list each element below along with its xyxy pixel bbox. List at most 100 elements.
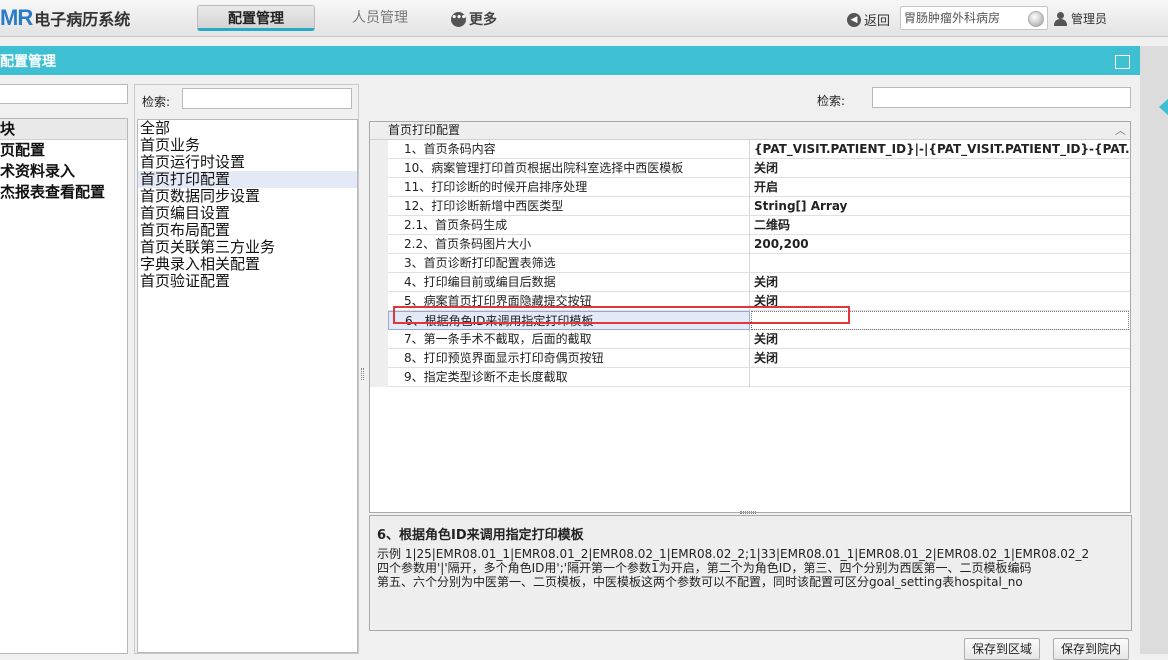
settings-search-label: 检索: (817, 94, 846, 108)
grid-row-name: 3、首页诊断打印配置表筛选 (388, 254, 750, 273)
module-item-homepage-config[interactable]: 页配置 (0, 140, 127, 161)
logo-mark: MR (0, 5, 33, 30)
maximize-icon[interactable] (1115, 55, 1130, 69)
grid-row-value[interactable]: {PAT_VISIT.PATIENT_ID}|-|{PAT_VISIT.PATI… (751, 140, 1129, 159)
grid-row[interactable]: 2.2、首页条码图片大小 200,200 (370, 235, 1130, 254)
grid-row[interactable]: 9、指定类型诊断不走长度截取 (370, 368, 1130, 387)
grid-row-value[interactable] (751, 368, 1129, 387)
grid-row-gutter (370, 292, 388, 311)
category-search-label: 检索: (142, 95, 171, 109)
module-item-surgery-entry[interactable]: 术资料录入 (0, 161, 127, 182)
grid-row-name: 12、打印诊断新增中西医类型 (388, 197, 750, 216)
user-menu[interactable]: 管理员 (1053, 10, 1107, 27)
user-name: 管理员 (1071, 12, 1108, 26)
module-item-report-config[interactable]: 杰报表查看配置 (0, 182, 127, 203)
grid-row-gutter (370, 140, 388, 159)
grid-row-value[interactable] (751, 254, 1129, 273)
category-list: 全部 首页业务 首页运行时设置 首页打印配置 首页数据同步设置 首页编目设置 首… (137, 119, 358, 653)
category-search-input[interactable] (182, 88, 352, 109)
grid-row-name: 7、第一条手术不截取，后面的截取 (388, 330, 750, 349)
description-line: 示例 1|25|EMR08.01_1|EMR08.01_2|EMR08.02_1… (377, 547, 1090, 561)
horizontal-splitter[interactable] (740, 511, 756, 514)
grid-row-value[interactable]: 关闭 (751, 159, 1129, 178)
grid-row-gutter (370, 216, 388, 235)
more-menu-button[interactable]: ••• 更多 (451, 9, 497, 29)
property-grid: 首页打印配置 ︿ 1、首页条码内容 {PAT_VISIT.PATIENT_ID}|… (369, 121, 1131, 513)
grid-row-value[interactable]: 关闭 (751, 292, 1129, 311)
ellipsis-circle-icon: ••• (451, 11, 467, 27)
grid-row-value[interactable]: 关闭 (751, 349, 1129, 368)
grid-row-name: 10、病案管理打印首页根据出院科室选择中西医模板 (388, 159, 750, 178)
category-item[interactable]: 首页业务 (138, 137, 357, 154)
grid-row-value[interactable]: 关闭 (751, 330, 1129, 349)
grid-row-gutter (370, 330, 388, 349)
grid-row-value[interactable]: 关闭 (751, 273, 1129, 292)
grid-row-value[interactable] (751, 311, 1129, 330)
ward-dropdown-icon[interactable] (1028, 11, 1044, 27)
grid-row[interactable]: 8、打印预览界面显示打印奇偶页按钮 关闭 (370, 349, 1130, 368)
category-item[interactable]: 首页编目设置 (138, 205, 357, 222)
category-item[interactable]: 全部 (138, 120, 357, 137)
grid-row-name: 5、病案首页打印界面隐藏提交按钮 (388, 292, 750, 311)
grid-category-label: 首页打印配置 (388, 123, 461, 137)
description-title: 6、根据角色ID来调用指定打印模板 (377, 528, 584, 543)
category-item-selected[interactable]: 首页打印配置 (138, 171, 357, 188)
grid-row-name: 11、打印诊断的时候开启排序处理 (388, 178, 750, 197)
category-panel: 检索: 全部 首页业务 首页运行时设置 首页打印配置 首页数据同步设置 首页编目… (134, 84, 359, 654)
category-item[interactable]: 首页运行时设置 (138, 154, 357, 171)
category-item[interactable]: 首页验证配置 (138, 273, 357, 290)
app-title: 电子病历系统 (34, 10, 131, 29)
grid-row[interactable]: 12、打印诊断新增中西医类型 String[] Array (370, 197, 1130, 216)
grid-row-name: 2.2、首页条码图片大小 (388, 235, 750, 254)
grid-row[interactable]: 7、第一条手术不截取，后面的截取 关闭 (370, 330, 1130, 349)
grid-row-name: 4、打印编目前或编目后数据 (388, 273, 750, 292)
grid-row-name: 9、指定类型诊断不走长度截取 (388, 368, 750, 387)
collapse-caret-icon[interactable]: ︿ (1115, 122, 1126, 139)
description-line: 第五、六个分别为中医第一、二页模板，中医模板这两个参数可以不配置，同时该配置可区… (377, 575, 1023, 589)
settings-search-input[interactable] (872, 87, 1131, 108)
grid-row[interactable]: 5、病案首页打印界面隐藏提交按钮 关闭 (370, 292, 1130, 311)
grid-row-gutter (370, 273, 388, 292)
tab-config-management[interactable]: 配置管理 (197, 5, 315, 31)
tab-people-management[interactable]: 人员管理 (340, 5, 420, 31)
description-line: 四个参数用'|'隔开，多个角色ID用';'隔开第一个参数1为开启，第二个为角色I… (377, 561, 1032, 575)
back-arrow-icon: ◀ (847, 12, 861, 27)
back-button[interactable]: ◀ 返回 (847, 10, 890, 29)
ward-select[interactable]: 胃肠肿瘤外科病房 (900, 6, 1048, 30)
grid-row-value[interactable]: 200,200 (751, 235, 1129, 254)
side-strip (1140, 46, 1168, 654)
description-box: 6、根据角色ID来调用指定打印模板 示例 1|25|EMR08.01_1|EMR… (369, 515, 1132, 631)
module-list-header: 块 (0, 119, 127, 140)
grid-row[interactable]: 11、打印诊断的时候开启排序处理 开启 (370, 178, 1130, 197)
panel-title: 配置管理 (0, 54, 56, 70)
grid-row[interactable]: 3、首页诊断打印配置表筛选 (370, 254, 1130, 273)
ward-value: 胃肠肿瘤外科病房 (904, 11, 1001, 25)
grid-row-selected[interactable]: 6、根据角色ID来调用指定打印模板 (370, 311, 1130, 330)
grid-row-value[interactable]: 开启 (751, 178, 1129, 197)
category-item[interactable]: 首页布局配置 (138, 222, 357, 239)
module-search-input[interactable] (0, 84, 128, 104)
grid-row-gutter (370, 254, 388, 273)
grid-row-value[interactable]: 二维码 (751, 216, 1129, 235)
grid-row-value[interactable]: String[] Array (751, 197, 1129, 216)
grid-row[interactable]: 10、病案管理打印首页根据出院科室选择中西医模板 关闭 (370, 159, 1130, 178)
grid-row-gutter (370, 178, 388, 197)
grid-row-name: 1、首页条码内容 (388, 140, 750, 159)
save-to-region-button[interactable]: 保存到区域 (964, 638, 1040, 660)
category-item[interactable]: 字典录入相关配置 (138, 256, 357, 273)
app-logo: MR 电子病历系统 (0, 5, 131, 30)
category-item[interactable]: 首页数据同步设置 (138, 188, 357, 205)
grid-category-row[interactable]: 首页打印配置 ︿ (370, 122, 1130, 140)
module-list: 块 页配置 术资料录入 杰报表查看配置 (0, 118, 128, 654)
grid-row[interactable]: 2.1、首页条码生成 二维码 (370, 216, 1130, 235)
grid-row[interactable]: 1、首页条码内容 {PAT_VISIT.PATIENT_ID}|-|{PAT_VI… (370, 140, 1130, 159)
description-body: 示例 1|25|EMR08.01_1|EMR08.01_2|EMR08.02_1… (377, 547, 1089, 589)
category-item[interactable]: 首页关联第三方业务 (138, 239, 357, 256)
top-bar: MR 电子病历系统 配置管理 人员管理 ••• 更多 ◀ 返回 胃肠肿瘤外科病房… (0, 0, 1168, 37)
back-label: 返回 (864, 14, 891, 29)
save-to-hospital-button[interactable]: 保存到院内 (1053, 638, 1129, 660)
vertical-splitter[interactable] (361, 368, 364, 380)
grid-row-gutter (370, 349, 388, 368)
user-icon (1053, 11, 1067, 26)
grid-row[interactable]: 4、打印编目前或编目后数据 关闭 (370, 273, 1130, 292)
